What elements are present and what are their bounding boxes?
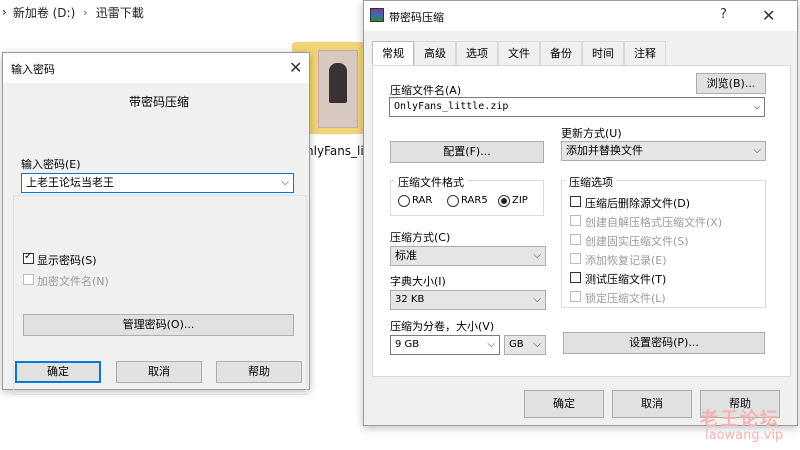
- general-tab-page: 压缩文件名(A) 浏览(B)... OnlyFans_little.zip ⌵ …: [372, 65, 791, 377]
- split-unit-select[interactable]: GB ⌵: [504, 335, 546, 355]
- ok-button[interactable]: 确定: [15, 361, 101, 383]
- breadcrumb-folder[interactable]: 迅雷下載: [96, 4, 144, 21]
- sfx-checkbox[interactable]: [570, 215, 581, 226]
- compress-dialog: 带密码压缩 ? ✕ 常规 高级 选项 文件 备份 时间 注释 压缩文件名(A) …: [363, 0, 798, 426]
- breadcrumb-sep: ›: [83, 5, 88, 19]
- chevron-down-icon[interactable]: ⌵: [533, 247, 541, 265]
- test-archive-checkbox[interactable]: [570, 272, 581, 283]
- breadcrumb: › 新加卷 (D:) › 迅雷下載: [0, 0, 144, 24]
- split-size-input[interactable]: 9 GB ⌵: [390, 335, 500, 355]
- method-value: 标准: [395, 249, 417, 262]
- split-size-value: 9 GB: [395, 339, 420, 350]
- recovery-record-checkbox[interactable]: [570, 253, 581, 264]
- password-dialog-titlebar: 输入密码 ✕: [3, 53, 309, 83]
- tab-comment[interactable]: 注释: [624, 41, 666, 65]
- password-dialog-title: 输入密码: [11, 63, 55, 76]
- winrar-icon: [370, 8, 384, 22]
- password-input[interactable]: 上老王论坛当老王 ⌵: [21, 173, 294, 193]
- options-group-label: 压缩选项: [566, 174, 616, 190]
- format-zip-radio[interactable]: [498, 195, 510, 207]
- ok-button[interactable]: 确定: [524, 390, 604, 418]
- lock-archive-label: 锁定压缩文件(L): [585, 292, 666, 305]
- breadcrumb-drive[interactable]: 新加卷 (D:): [13, 4, 75, 21]
- dictionary-value: 32 KB: [395, 294, 425, 305]
- password-value: 上老王论坛当老王: [26, 176, 114, 189]
- archive-name-label: 压缩文件名(A): [390, 84, 462, 97]
- photo-preview: [318, 50, 358, 128]
- chevron-down-icon[interactable]: ⌵: [533, 336, 541, 354]
- lock-archive-checkbox[interactable]: [570, 291, 581, 302]
- tab-files[interactable]: 文件: [498, 41, 540, 65]
- format-group-label: 压缩文件格式: [395, 174, 467, 190]
- dictionary-label: 字典大小(I): [390, 275, 446, 288]
- update-mode-label: 更新方式(U): [561, 127, 622, 140]
- tab-general[interactable]: 常规: [372, 41, 414, 67]
- chevron-down-icon[interactable]: ⌵: [533, 291, 541, 309]
- profiles-button[interactable]: 配置(F)...: [390, 141, 544, 163]
- help-button[interactable]: 帮助: [216, 361, 302, 383]
- password-label: 输入密码(E): [21, 158, 81, 171]
- breadcrumb-sep: ›: [2, 5, 7, 19]
- browse-button[interactable]: 浏览(B)...: [696, 73, 766, 94]
- archive-name-input[interactable]: OnlyFans_little.zip ⌵: [389, 97, 765, 117]
- close-icon[interactable]: ✕: [762, 6, 775, 25]
- solid-checkbox[interactable]: [570, 234, 581, 245]
- encrypt-names-label: 加密文件名(N): [37, 275, 109, 288]
- sfx-label: 创建自解压格式压缩文件(X): [585, 216, 723, 229]
- format-rar5-radio[interactable]: [447, 195, 459, 207]
- manage-passwords-button[interactable]: 管理密码(O)...: [23, 314, 294, 336]
- chevron-down-icon[interactable]: ⌵: [281, 174, 289, 192]
- close-icon[interactable]: ✕: [289, 58, 302, 77]
- chevron-down-icon[interactable]: ⌵: [754, 98, 760, 116]
- split-unit-value: GB: [509, 339, 524, 350]
- dictionary-select[interactable]: 32 KB ⌵: [390, 290, 546, 310]
- compress-dialog-titlebar: 带密码压缩 ? ✕: [364, 1, 797, 31]
- recovery-record-label: 添加恢复记录(E): [585, 254, 667, 267]
- show-password-checkbox[interactable]: [23, 251, 34, 264]
- tab-options[interactable]: 选项: [456, 41, 498, 65]
- delete-source-label: 压缩后删除源文件(D): [585, 197, 691, 210]
- method-label: 压缩方式(C): [390, 231, 451, 244]
- show-password-label: 显示密码(S): [37, 254, 97, 267]
- archive-name-value: OnlyFans_little.zip: [394, 101, 509, 112]
- solid-label: 创建固实压缩文件(S): [585, 235, 689, 248]
- split-label: 压缩为分卷，大小(V): [390, 320, 495, 333]
- format-rar-radio[interactable]: [398, 195, 410, 207]
- method-select[interactable]: 标准 ⌵: [390, 246, 546, 266]
- update-mode-value: 添加并替换文件: [566, 144, 643, 157]
- password-dialog: 输入密码 ✕ 带密码压缩 输入密码(E) 上老王论坛当老王 ⌵ 显示密码(S) …: [2, 52, 310, 395]
- compress-dialog-title: 带密码压缩: [389, 11, 444, 24]
- cancel-button[interactable]: 取消: [612, 390, 692, 418]
- format-zip-label: ZIP: [512, 195, 528, 206]
- format-rar5-label: RAR5: [461, 195, 488, 206]
- update-mode-select[interactable]: 添加并替换文件 ⌵: [561, 141, 766, 161]
- tab-time[interactable]: 时间: [582, 41, 624, 65]
- tab-backup[interactable]: 备份: [540, 41, 582, 65]
- cancel-button[interactable]: 取消: [116, 361, 202, 383]
- test-archive-label: 测试压缩文件(T): [585, 273, 667, 286]
- watermark-url: laowang.vip: [705, 428, 784, 443]
- format-rar-label: RAR: [412, 195, 433, 206]
- tab-advanced[interactable]: 高级: [414, 41, 456, 65]
- delete-source-checkbox[interactable]: [570, 196, 581, 207]
- help-icon[interactable]: ?: [720, 7, 727, 22]
- chevron-down-icon[interactable]: ⌵: [487, 336, 495, 354]
- dialog-heading: 带密码压缩: [129, 95, 190, 109]
- chevron-down-icon[interactable]: ⌵: [753, 142, 761, 160]
- file-label[interactable]: nlyFans_lit: [306, 144, 368, 158]
- set-password-button[interactable]: 设置密码(P)...: [563, 332, 765, 354]
- encrypt-names-checkbox[interactable]: [23, 274, 34, 285]
